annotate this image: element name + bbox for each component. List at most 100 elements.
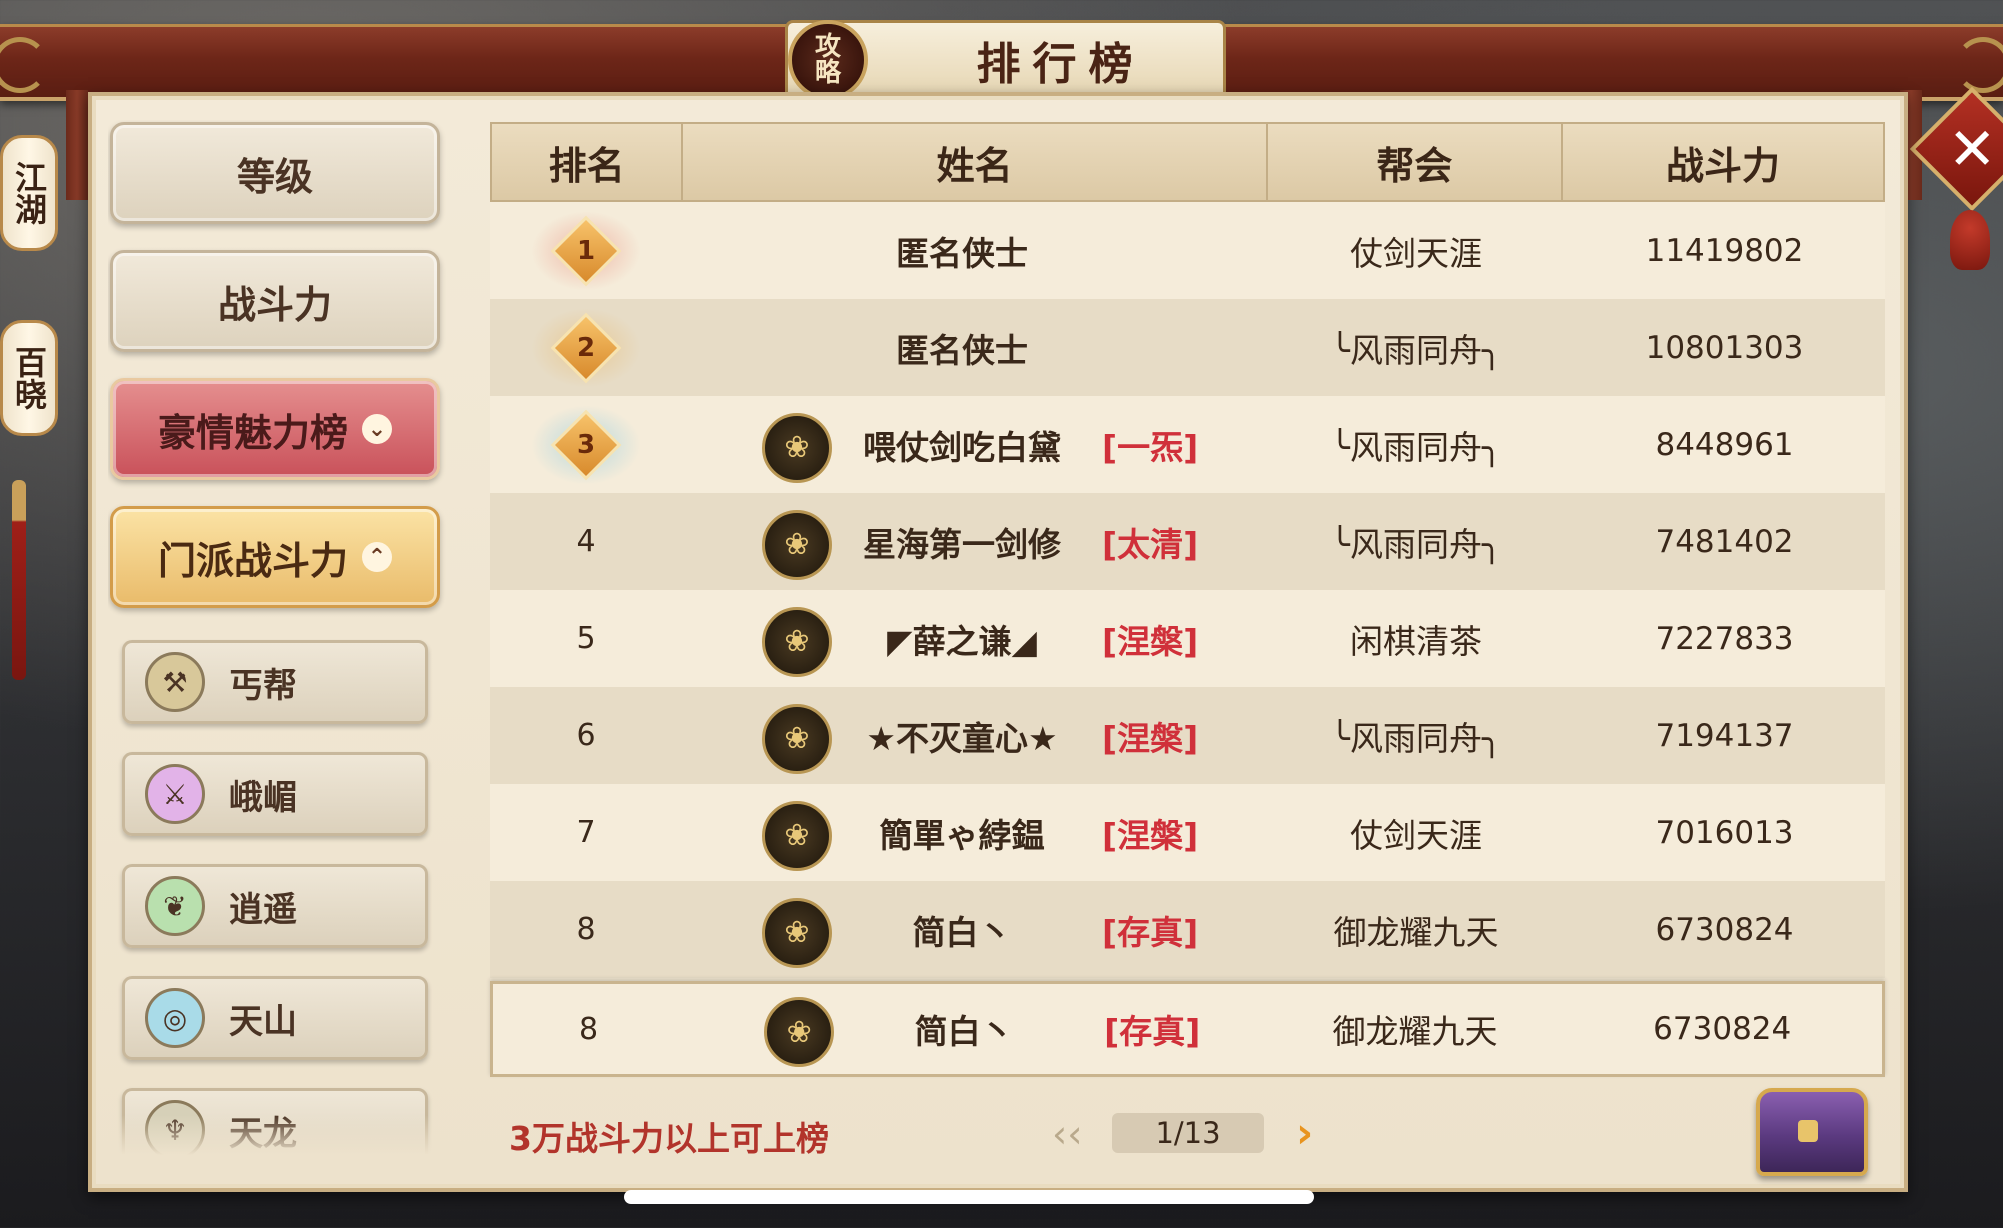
scroll-ornament-right (1955, 37, 2003, 93)
guild-cell: ╰风雨同舟╮ (1268, 421, 1564, 469)
rank-cell: 6 (490, 718, 682, 753)
player-name: ★不灭童心★ (866, 718, 1058, 758)
name-cell: ❀ 簡單ゃ綍鎾 [涅槃] (682, 784, 1268, 881)
rank-medal-icon: 1 (531, 210, 641, 291)
player-name: 匿名侠士 (896, 233, 1028, 273)
sect-gaibang[interactable]: ⚒ 丐帮 (122, 640, 428, 724)
power-cell: 7227833 (1655, 620, 1794, 657)
table-row[interactable]: 4 ❀ 星海第一剑修 [太清] ╰风雨同舟╮ 7481402 (490, 493, 1885, 590)
rank-number: 8 (579, 1011, 599, 1047)
rank-cell: 8 (490, 912, 682, 947)
guild-cell: ╰风雨同舟╮ (1268, 712, 1564, 760)
table-row[interactable]: 1 匿名侠士 仗剑天涯 11419802 (490, 202, 1885, 299)
sect-xiaoyao[interactable]: ❦ 逍遥 (122, 864, 428, 948)
guild-name: 御龙耀九天 (1332, 1012, 1498, 1051)
staff-icon: ⚒ (145, 652, 205, 712)
table-body: 1 匿名侠士 仗剑天涯 11419802 2 匿名侠士 ╰风雨同舟╮ 10801303 3 ❀ 喂仗… (490, 202, 1885, 1077)
guild-name: 御龙耀九天 (1333, 912, 1499, 952)
table-row[interactable]: 8 ❀ 简白丶 [存真] 御龙耀九天 6730824 (490, 881, 1885, 978)
nav-sect-power[interactable]: 门派战斗力 ⌃ (110, 506, 440, 608)
treasure-chest-icon[interactable] (1756, 1088, 1868, 1176)
player-sect-tag: [存真] (1104, 1012, 1201, 1051)
page-title: 排行榜 (976, 39, 1145, 90)
prev-page-button[interactable]: ‹‹ (1052, 1112, 1082, 1156)
sect-label: 天山 (229, 1001, 297, 1042)
tassel-decoration (12, 480, 26, 680)
player-name: 简白丶 (912, 912, 1012, 952)
page-indicator: 1/13 (1112, 1113, 1264, 1153)
rank-number: 5 (576, 621, 596, 656)
sect-emblem-icon: ❀ (764, 997, 835, 1067)
nav-combat-power[interactable]: 战斗力 (110, 250, 440, 352)
guild-name: ╰风雨同舟╮ (1330, 427, 1502, 467)
power-cell: 7481402 (1655, 523, 1794, 560)
guild-cell: 闲棋清茶 (1268, 615, 1564, 663)
guild-name: 闲棋清茶 (1350, 621, 1482, 661)
guild-name: 仗剑天涯 (1350, 233, 1482, 273)
sect-emei[interactable]: ⚔ 峨嵋 (122, 752, 428, 836)
rank-cell: 7 (490, 815, 682, 850)
power-cell: 6730824 (1653, 1011, 1792, 1047)
sect-label: 逍遥 (229, 889, 297, 930)
rank-number: 8 (576, 912, 596, 947)
sect-tianshan[interactable]: ◎ 天山 (122, 976, 428, 1060)
power-cell: 10801303 (1645, 329, 1804, 366)
table-row[interactable]: 7 ❀ 簡單ゃ綍鎾 [涅槃] 仗剑天涯 7016013 (490, 784, 1885, 881)
category-nav: 等级 战斗力 豪情魅力榜 ⌄ 门派战斗力 ⌃ ⚒ 丐帮 ⚔ 峨嵋 ❦ 逍遥 ◎ … (108, 120, 448, 1155)
guild-name: ╰风雨同舟╮ (1330, 718, 1502, 758)
guild-cell: 仗剑天涯 (1268, 809, 1564, 857)
power-cell: 11419802 (1645, 232, 1804, 269)
guild-name: ╰风雨同舟╮ (1330, 524, 1502, 564)
rank-cell: 2 (490, 307, 682, 388)
guild-cell: ╰风雨同舟╮ (1268, 324, 1564, 372)
nav-label: 等级 (236, 154, 313, 199)
table-row[interactable]: 2 匿名侠士 ╰风雨同舟╮ 10801303 (490, 299, 1885, 396)
power-cell: 7016013 (1655, 814, 1794, 851)
fan-icon: ❦ (145, 876, 205, 936)
side-tab-baixiao[interactable]: 百晓 (0, 320, 58, 436)
nav-level[interactable]: 等级 (110, 122, 440, 224)
name-cell: ❀ ★不灭童心★ [涅槃] (682, 687, 1268, 784)
ring-icon: ◎ (145, 988, 205, 1048)
name-cell: ❀ ◤薛之谦◢ [涅槃] (682, 590, 1268, 687)
name-cell: ❀ 喂仗剑吃白黛 [一炁] (682, 396, 1268, 493)
guild-cell: 仗剑天涯 (1268, 227, 1564, 275)
self-rank-row[interactable]: 8 ❀ 简白丶 [存真] 御龙耀九天 6730824 (490, 981, 1885, 1077)
nav-label: 门派战斗力 (157, 538, 348, 583)
player-name: ◤薛之谦◢ (887, 621, 1037, 661)
sect-label: 峨嵋 (229, 777, 297, 818)
sect-emblem-icon: ❀ (762, 412, 832, 483)
name-cell: ❀ 简白丶 [存真] (684, 984, 1267, 1074)
player-name: 简白丶 (914, 1012, 1014, 1051)
guild-name: ╰风雨同舟╮ (1330, 330, 1502, 370)
close-button[interactable]: ✕ (1909, 86, 2003, 212)
rank-number: 7 (576, 815, 596, 850)
nav-scroll-fade (108, 1115, 448, 1155)
player-name: 喂仗剑吃白黛 (863, 427, 1061, 467)
side-tab-jianghu[interactable]: 江湖 (0, 135, 58, 251)
table-row[interactable]: 5 ❀ ◤薛之谦◢ [涅槃] 闲棋清茶 7227833 (490, 590, 1885, 687)
side-tab-label: 江湖 (10, 161, 48, 225)
rank-number: 3 (576, 429, 596, 460)
rank-number: 2 (576, 332, 596, 363)
close-icon: ✕ (1947, 114, 1997, 183)
table-row[interactable]: 3 ❀ 喂仗剑吃白黛 [一炁] ╰风雨同舟╮ 8448961 (490, 396, 1885, 493)
player-sect-tag: [存真] (1102, 912, 1199, 952)
home-indicator (624, 1190, 1314, 1204)
guide-label: 攻略 (814, 32, 841, 88)
rank-medal-icon: 2 (531, 307, 641, 388)
next-page-button[interactable]: › (1296, 1108, 1313, 1157)
bell-decoration (1950, 210, 1990, 270)
rank-number: 1 (576, 235, 596, 266)
rank-medal-icon: 3 (531, 404, 641, 485)
rank-cell: 5 (490, 621, 682, 656)
guild-cell: 御龙耀九天 (1268, 906, 1564, 954)
player-name: 匿名侠士 (896, 330, 1028, 370)
power-cell: 7194137 (1655, 717, 1794, 754)
nav-charm-ranking[interactable]: 豪情魅力榜 ⌄ (110, 378, 440, 480)
guide-button[interactable]: 攻略 (788, 20, 868, 100)
table-row[interactable]: 6 ❀ ★不灭童心★ [涅槃] ╰风雨同舟╮ 7194137 (490, 687, 1885, 784)
rank-cell: 1 (490, 210, 682, 291)
sect-emblem-icon: ❀ (762, 703, 832, 774)
sect-label: 丐帮 (229, 665, 297, 706)
